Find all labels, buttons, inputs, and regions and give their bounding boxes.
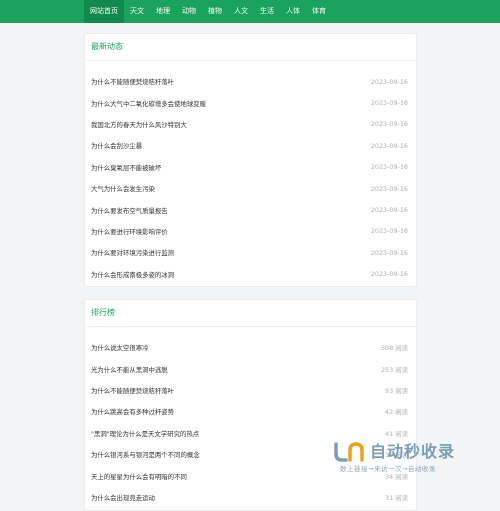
ranking-heading: 排行榜	[85, 300, 416, 327]
rank-row[interactable]: 为什么说太空很寒冷 308 阅读	[91, 337, 408, 358]
nav-item[interactable]: 动物	[176, 0, 202, 23]
watermark-subtext: 数上链接→来访一次→自动收录	[340, 465, 436, 473]
nav-item[interactable]: 体育	[306, 0, 332, 23]
rank-row-title-link[interactable]: 为什么说太空很寒冷	[91, 343, 149, 352]
rank-row[interactable]: 为什么不能随便焚烧秸秆落叶 93 阅读	[91, 380, 408, 401]
watermark-logo-icon	[334, 442, 364, 462]
news-row-title-link[interactable]: 为什么要发布空气质量报告	[91, 206, 168, 215]
news-row[interactable]: 为什么要进行环境影响评价 2023-09-16	[91, 221, 408, 242]
rank-row-views: 31 阅读	[385, 493, 408, 502]
main-nav: 网站首页 天文 地理 动物 植物 人文 生活 人体 体育	[84, 0, 332, 23]
rank-row-title-link[interactable]: 为什么跳高会有多种过杆姿势	[91, 407, 174, 416]
rank-row-title-link[interactable]: 为什么不能随便焚烧秸秆落叶	[91, 386, 174, 395]
news-row-title-link[interactable]: 为什么会刮沙尘暴	[91, 141, 142, 150]
nav-item[interactable]: 地理	[150, 0, 176, 23]
rank-row[interactable]: 为什么会出现竞走运动 31 阅读	[91, 487, 408, 508]
rank-row-title-link[interactable]: "黑洞"理论为什么是天文学研究的热点	[91, 429, 199, 438]
news-row-title-link[interactable]: 为什么要进行环境影响评价	[91, 227, 168, 236]
rank-row-views: 93 阅读	[385, 386, 408, 395]
news-row[interactable]: 我国北方的春天为什么风沙特别大 2023-09-16	[91, 114, 408, 135]
rank-row[interactable]: 光为什么不能从黑洞中逃脱 253 阅读	[91, 358, 408, 379]
news-row[interactable]: 为什么不能随便焚烧秸秆落叶 2023-09-16	[91, 71, 408, 92]
news-row[interactable]: 为什么会形成南极多姿的冰洞 2023-09-16	[91, 264, 408, 285]
news-row-date: 2023-09-16	[370, 77, 408, 86]
news-row[interactable]: 为什么会刮沙尘暴 2023-09-16	[91, 135, 408, 156]
nav-item[interactable]: 植物	[202, 0, 228, 23]
nav-item[interactable]: 生活	[254, 0, 280, 23]
rank-row-views: 253 阅读	[380, 365, 408, 374]
news-row[interactable]: 为什么臭氧层不能被破坏 2023-09-16	[91, 157, 408, 178]
news-row-title-link[interactable]: 为什么臭氧层不能被破坏	[91, 163, 161, 172]
rank-row[interactable]: 为什么跳高会有多种过杆姿势 42 阅读	[91, 401, 408, 422]
rank-row-views: 42 阅读	[385, 408, 408, 417]
watermark: 自动秒收录 数上链接→来访一次→自动收录	[332, 438, 492, 474]
ranking-panel: 排行榜 为什么说太空很寒冷 308 阅读 光为什么不能从黑洞中逃脱 253 阅读 为什么…	[84, 299, 417, 511]
news-row-title-link[interactable]: 为什么不能随便焚烧秸秆落叶	[91, 77, 174, 86]
news-row[interactable]: 为什么大气中二氧化碳增多会使地球变暖 2023-09-16	[91, 92, 408, 113]
latest-news-heading: 最新动态	[85, 34, 416, 61]
nav-item[interactable]: 人文	[228, 0, 254, 23]
latest-news-list: 为什么不能随便焚烧秸秆落叶 2023-09-16 为什么大气中二氧化碳增多会使地球变…	[91, 71, 408, 285]
nav-item[interactable]: 网站首页	[84, 0, 124, 23]
news-row[interactable]: 为什么要对环境污染进行监测 2023-09-16	[91, 242, 408, 263]
nav-item[interactable]: 人体	[280, 0, 306, 23]
nav-item[interactable]: 天文	[124, 0, 150, 23]
news-row-title-link[interactable]: 为什么会形成南极多姿的冰洞	[91, 270, 174, 279]
news-row-date: 2023-09-16	[370, 141, 408, 150]
news-row-date: 2023-09-16	[370, 248, 408, 257]
rank-row-title-link[interactable]: 为什么银河系与银河是两个不同的概念	[91, 450, 200, 459]
latest-news-panel: 最新动态 为什么不能随便焚烧秸秆落叶 2023-09-16 为什么大气中二氧化碳增多…	[84, 33, 417, 287]
rank-row-title-link[interactable]: 为什么会出现竞走运动	[91, 493, 155, 502]
news-row-date: 2023-09-16	[370, 206, 408, 215]
news-row[interactable]: 大气为什么会发生污染 2023-09-16	[91, 178, 408, 199]
rank-row-title-link[interactable]: 光为什么不能从黑洞中逃脱	[91, 365, 168, 374]
news-row-date: 2023-09-16	[370, 163, 408, 172]
news-row-date: 2023-09-16	[370, 120, 408, 129]
rank-row-views: 308 阅读	[380, 344, 408, 353]
news-row-title-link[interactable]: 大气为什么会发生污染	[91, 184, 155, 193]
news-row-date: 2023-09-16	[370, 184, 408, 193]
ranking-list: 为什么说太空很寒冷 308 阅读光为什么不能从黑洞中逃脱 253 阅读为什么不能随便…	[91, 337, 408, 508]
rank-row-views: 41 阅读	[385, 429, 408, 438]
news-row[interactable]: 为什么要发布空气质量报告 2023-09-16	[91, 199, 408, 220]
watermark-text: 自动秒收录	[370, 442, 456, 461]
rank-row-title-link[interactable]: 天上的星星为什么会有明暗的不同	[91, 472, 187, 481]
top-navbar: 网站首页 天文 地理 动物 植物 人文 生活 人体 体育	[0, 0, 500, 23]
news-row-date: 2023-09-16	[370, 227, 408, 236]
news-row-title-link[interactable]: 我国北方的春天为什么风沙特别大	[91, 120, 187, 129]
news-row-date: 2023-09-16	[370, 99, 408, 108]
news-row-date: 2023-09-16	[370, 270, 408, 279]
news-row-title-link[interactable]: 为什么要对环境污染进行监测	[91, 248, 174, 257]
news-row-title-link[interactable]: 为什么大气中二氧化碳增多会使地球变暖	[91, 99, 206, 108]
